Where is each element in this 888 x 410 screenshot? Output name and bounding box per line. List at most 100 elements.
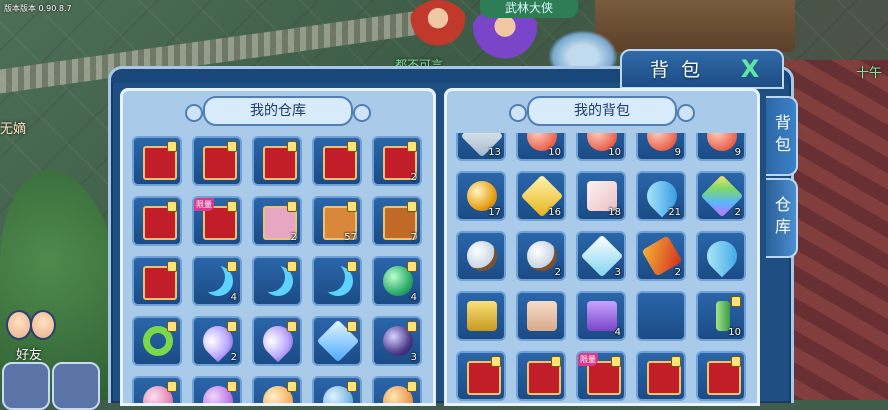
- inventory-slot[interactable]: 2: [192, 316, 242, 366]
- item-count: 9: [674, 147, 681, 158]
- inventory-slot[interactable]: 17: [456, 171, 506, 221]
- inventory-slot[interactable]: [192, 376, 242, 403]
- inventory-slot[interactable]: [312, 316, 362, 366]
- inventory-slot[interactable]: [312, 256, 362, 306]
- npc-character[interactable]: [408, 0, 468, 52]
- inventory-slot[interactable]: [696, 231, 746, 281]
- right-edge-text: 十午: [856, 66, 883, 81]
- inventory-slot[interactable]: 限量: [576, 351, 626, 401]
- inventory-slot[interactable]: [132, 376, 182, 403]
- inventory-slot[interactable]: 3: [576, 231, 626, 281]
- item-count: 13: [488, 147, 501, 158]
- lock-icon: [167, 261, 177, 272]
- friends-button[interactable]: 好友: [2, 310, 60, 364]
- inventory-slot[interactable]: 9: [696, 133, 746, 161]
- item-count: 4: [614, 327, 621, 338]
- inventory-slot[interactable]: [132, 256, 182, 306]
- inventory-slot[interactable]: [456, 291, 506, 341]
- item-count: 2: [230, 352, 237, 363]
- limited-tag: 限量: [578, 353, 598, 366]
- inventory-slot[interactable]: [372, 376, 422, 403]
- item-count: 2: [410, 172, 417, 183]
- inventory-slot[interactable]: [252, 136, 302, 186]
- inventory-slot[interactable]: 4: [192, 256, 242, 306]
- item-count: 2: [290, 232, 297, 243]
- friends-label: 好友: [16, 348, 43, 363]
- inventory-slot[interactable]: [312, 376, 362, 403]
- item-count: 3: [614, 267, 621, 278]
- inventory-slot[interactable]: 2: [636, 231, 686, 281]
- item-count: 9: [734, 147, 741, 158]
- inventory-slot[interactable]: 9: [636, 133, 686, 161]
- inventory-slot[interactable]: 3: [372, 316, 422, 366]
- item-count: 7: [410, 232, 417, 243]
- map-scroll-icon: [527, 301, 557, 331]
- backpack-column: 我的背包 13 10 10 9 9 17 16 18 21 2 2 3 2 4 10 限量: [444, 88, 760, 406]
- inventory-slot[interactable]: 10: [696, 291, 746, 341]
- item-count: 2: [554, 267, 561, 278]
- inventory-slot[interactable]: 13: [456, 133, 506, 161]
- blue-spirit-icon: [700, 234, 744, 278]
- inventory-slot[interactable]: 10: [576, 133, 626, 161]
- inventory-slot[interactable]: 2: [516, 231, 566, 281]
- lock-icon: [671, 356, 681, 367]
- inventory-slot[interactable]: [132, 196, 182, 246]
- inventory-slot[interactable]: [252, 376, 302, 403]
- lock-icon: [731, 356, 741, 367]
- lock-icon: [407, 261, 417, 272]
- warehouse-column: 我的仓库 2 限量 2 57 7 4 4 2 3: [120, 88, 436, 406]
- lock-icon: [287, 261, 297, 272]
- tab-bag[interactable]: 背包: [766, 96, 798, 176]
- inventory-slot[interactable]: [516, 291, 566, 341]
- inventory-slot[interactable]: [132, 316, 182, 366]
- item-count: 17: [488, 207, 501, 218]
- tab-warehouse[interactable]: 仓库: [766, 178, 798, 258]
- inventory-slot[interactable]: 16: [516, 171, 566, 221]
- inventory-slot[interactable]: 10: [516, 133, 566, 161]
- inventory-slot[interactable]: 7: [372, 196, 422, 246]
- inventory-slot[interactable]: [456, 351, 506, 401]
- inventory-slot[interactable]: [456, 231, 506, 281]
- lock-icon: [347, 141, 357, 152]
- item-count: 10: [728, 327, 741, 338]
- inventory-slot[interactable]: [192, 136, 242, 186]
- lock-icon: [167, 321, 177, 332]
- inventory-slot[interactable]: [696, 351, 746, 401]
- panel-title: 背包: [650, 59, 713, 81]
- inventory-slot[interactable]: [636, 351, 686, 401]
- red-orb-icon: [647, 133, 677, 151]
- inventory-slot[interactable]: 限量: [192, 196, 242, 246]
- lock-icon: [347, 321, 357, 332]
- lock-icon: [551, 356, 561, 367]
- inventory-slot[interactable]: [252, 256, 302, 306]
- left-edge-text: 无嫡: [0, 122, 27, 137]
- inventory-slot[interactable]: 21: [636, 171, 686, 221]
- close-button[interactable]: X: [737, 56, 763, 82]
- item-count: 4: [230, 292, 237, 303]
- inventory-slot[interactable]: [132, 136, 182, 186]
- lock-icon: [407, 321, 417, 332]
- lock-icon: [227, 381, 237, 392]
- warehouse-grid: 2 限量 2 57 7 4 4 2 3: [132, 133, 426, 403]
- chat-button[interactable]: [2, 362, 50, 410]
- crystal-ball-icon: [527, 241, 557, 271]
- lock-icon: [227, 141, 237, 152]
- inventory-slot[interactable]: [636, 291, 686, 341]
- item-count: 10: [548, 147, 561, 158]
- inventory-slot[interactable]: [312, 136, 362, 186]
- lock-icon: [347, 381, 357, 392]
- red-orb-icon: [707, 133, 737, 151]
- item-count: 57: [344, 232, 357, 243]
- voice-button[interactable]: [52, 362, 100, 410]
- inventory-slot[interactable]: 4: [576, 291, 626, 341]
- backpack-grid[interactable]: 13 10 10 9 9 17 16 18 21 2 2 3 2 4 10 限量: [456, 133, 750, 403]
- inventory-slot[interactable]: 2: [696, 171, 746, 221]
- inventory-slot[interactable]: [252, 316, 302, 366]
- inventory-slot[interactable]: 4: [372, 256, 422, 306]
- inventory-slot[interactable]: 2: [372, 136, 422, 186]
- purple-box-icon: [587, 301, 617, 331]
- inventory-slot[interactable]: [516, 351, 566, 401]
- inventory-slot[interactable]: 57: [312, 196, 362, 246]
- inventory-slot[interactable]: 2: [252, 196, 302, 246]
- inventory-slot[interactable]: 18: [576, 171, 626, 221]
